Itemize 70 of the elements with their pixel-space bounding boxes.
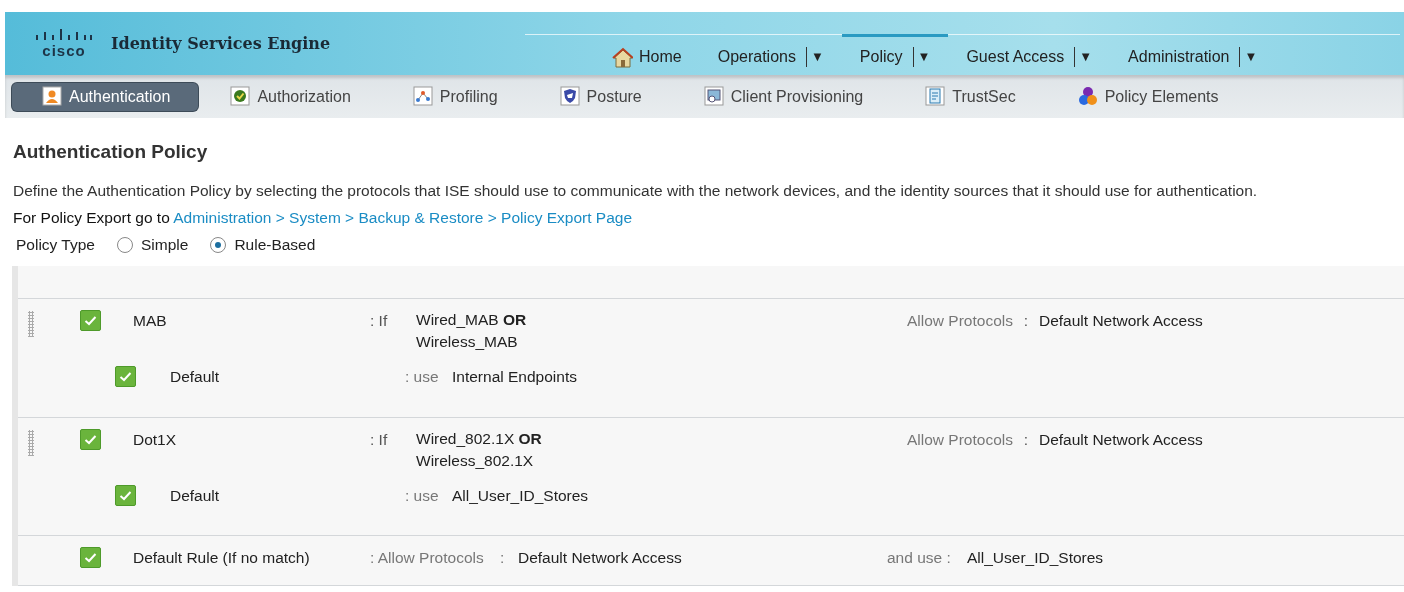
drag-handle[interactable] [28, 311, 34, 338]
condition-text: Wireless_MAB [416, 332, 518, 353]
tick-icon [119, 371, 132, 383]
sub-tab[interactable]: Profiling [412, 82, 506, 111]
condition-text: Wired_802.1X OR [416, 428, 542, 449]
tick-icon [84, 551, 97, 563]
house-icon [612, 46, 633, 68]
page-title: Authentication Policy [13, 140, 209, 164]
description-text: Define the Authentication Policy by selecting the protocols that ISE should use to communicate with the network devices, and the identity sources that it should use for authentication. [13, 180, 1259, 201]
tick-icon [84, 433, 97, 445]
separator-text: : [1022, 311, 1030, 332]
nav-tab[interactable]: Operations ▼ [699, 34, 842, 69]
sub-tab[interactable]: Client Provisioning [703, 82, 872, 111]
checkbox[interactable] [115, 484, 136, 506]
field-label: Allow Protocols [907, 311, 1013, 332]
network-icon [412, 86, 434, 107]
radio-button[interactable] [210, 236, 227, 253]
drag-handle[interactable] [28, 429, 34, 456]
separator-text: : [1022, 429, 1030, 450]
checkbox[interactable] [80, 310, 101, 332]
shield-icon [559, 86, 581, 107]
nav-tab[interactable]: Policy ▼ [841, 34, 949, 69]
field-label: and use : [887, 548, 951, 566]
condition-label: : If [370, 312, 388, 330]
check-icon [230, 86, 252, 107]
condition-text: Wireless_802.1X [416, 450, 534, 471]
document-icon [925, 86, 947, 107]
app-title: Identity Services Engine [111, 32, 331, 55]
monitor-icon [703, 86, 725, 107]
rule-name: Default Rule (If no match) [133, 548, 310, 566]
condition-label: : If [370, 430, 388, 448]
nav-tab[interactable]: Home [594, 34, 700, 69]
protocols-value: Default Network Access [1038, 311, 1203, 332]
nav-tab[interactable]: Guest Access ▼ [948, 34, 1111, 69]
rule-name: Default [170, 486, 220, 504]
sub-tab[interactable]: Posture [559, 82, 650, 111]
logo-bars-icon [35, 29, 93, 43]
field-label: : use [405, 368, 439, 386]
identity-source-value: All_User_ID_Stores [967, 547, 1104, 568]
identity-source-value: Internal Endpoints [452, 367, 577, 388]
rule-name: Dot1X [133, 430, 177, 448]
rule-name: Default [170, 368, 220, 386]
tick-icon [119, 489, 132, 501]
checkbox[interactable] [80, 546, 101, 568]
protocols-value: Default Network Access [518, 548, 682, 566]
radio-button[interactable] [117, 236, 133, 253]
circles-icon [1077, 86, 1099, 107]
sub-tab[interactable]: Authentication [12, 82, 199, 111]
radio-label: Rule-Based [234, 235, 316, 255]
sub-tab[interactable]: TrustSec [925, 82, 1024, 111]
person-icon [42, 86, 63, 107]
logo-text: cisco [42, 43, 86, 58]
field-label: Allow Protocols [907, 429, 1013, 450]
nav-tab[interactable]: Administration ▼ [1110, 34, 1276, 69]
field-label: : use [405, 486, 439, 504]
field-label: Policy Type [16, 235, 95, 255]
separator-text: : [500, 548, 505, 566]
export-text: For Policy Export go to Administration > System > Backup & Restore > Policy Export Page [13, 207, 633, 228]
tick-icon [84, 315, 97, 327]
sub-tab[interactable]: Authorization [230, 82, 359, 111]
rule-name: MAB [133, 312, 167, 330]
radio-label: Simple [141, 235, 189, 255]
protocols-value: Default Network Access [1038, 429, 1203, 450]
sub-tab[interactable]: Policy Elements [1077, 82, 1227, 111]
checkbox[interactable] [115, 366, 136, 388]
export-link[interactable]: Administration > System > Backup & Restore > Policy Export Page [173, 208, 632, 226]
identity-source-value: All_User_ID_Stores [452, 485, 589, 506]
field-label: : Allow Protocols [370, 548, 484, 566]
condition-text: Wired_MAB OR [416, 310, 527, 331]
checkbox[interactable] [80, 428, 101, 450]
